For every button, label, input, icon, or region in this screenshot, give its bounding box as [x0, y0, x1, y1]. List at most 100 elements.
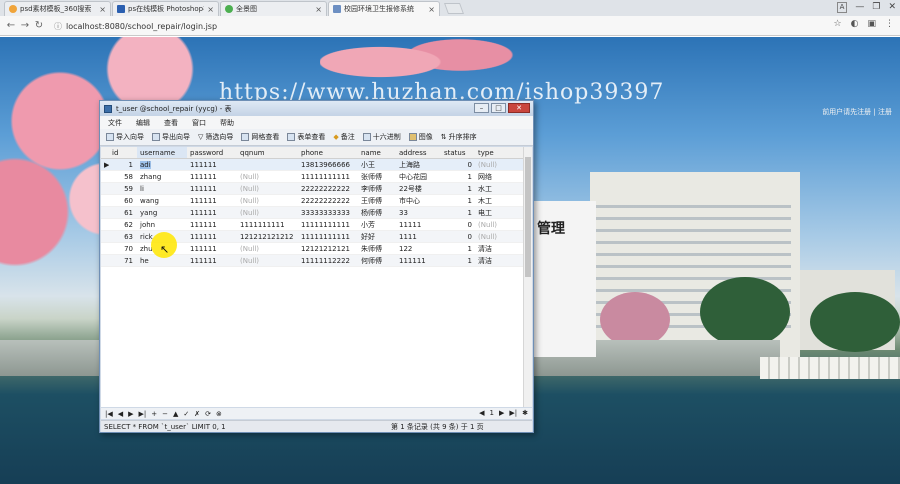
- table-cell[interactable]: 何师傅: [358, 255, 396, 266]
- menu-window[interactable]: 窗口: [192, 118, 206, 128]
- table-cell[interactable]: adi: [137, 159, 187, 170]
- table-cell[interactable]: 1: [441, 243, 475, 254]
- browser-tab-active[interactable]: 校园环境卫生报修系统 ×: [328, 1, 440, 16]
- minimize-icon[interactable]: –: [474, 103, 489, 113]
- table-cell[interactable]: 11111111111: [298, 219, 358, 230]
- table-cell[interactable]: (Null): [237, 183, 298, 194]
- menu-help[interactable]: 帮助: [220, 118, 234, 128]
- table-cell[interactable]: (Null): [237, 255, 298, 266]
- column-header[interactable]: phone: [298, 147, 358, 158]
- table-cell[interactable]: 12121212121: [298, 243, 358, 254]
- column-header[interactable]: address: [396, 147, 441, 158]
- table-cell[interactable]: 水工: [475, 183, 521, 194]
- table-row[interactable]: 60 wang 111111 (Null) 22222222222 王师傅 市中心 1 木工: [101, 195, 532, 207]
- close-icon[interactable]: ×: [99, 5, 106, 14]
- table-cell[interactable]: 0: [441, 231, 475, 242]
- prev-page-icon[interactable]: ◀: [479, 408, 484, 419]
- settings-icon[interactable]: ✱: [522, 408, 528, 419]
- filter-wizard-button[interactable]: ▽ 筛选向导: [198, 132, 233, 142]
- table-cell[interactable]: [237, 159, 298, 170]
- table-row[interactable]: 58 zhang 111111 (Null) 11111111111 张师傅 中心花园 1 网络: [101, 171, 532, 183]
- table-cell[interactable]: 上海路: [396, 159, 441, 170]
- grid-view-button[interactable]: 网格查看: [241, 132, 279, 142]
- table-cell[interactable]: 1: [441, 183, 475, 194]
- menu-icon[interactable]: ⋮: [885, 19, 894, 29]
- table-cell[interactable]: 111111: [187, 195, 237, 206]
- table-cell[interactable]: 121212121212: [237, 231, 298, 242]
- table-cell[interactable]: 71: [109, 255, 137, 266]
- cast-icon[interactable]: ▣: [867, 19, 876, 29]
- browser-tab[interactable]: psd素材模板_360搜索 ×: [4, 1, 111, 16]
- close-window-icon[interactable]: ✕: [888, 0, 896, 14]
- table-cell[interactable]: li: [137, 183, 187, 194]
- prev-record-icon[interactable]: ◀: [118, 410, 123, 418]
- reload-icon[interactable]: ↻: [32, 20, 46, 31]
- next-page-icon[interactable]: ▶: [499, 408, 504, 419]
- refresh-icon[interactable]: ⟳: [205, 410, 211, 418]
- table-cell[interactable]: 22222222222: [298, 183, 358, 194]
- page-info-icon[interactable]: ⓘ: [54, 21, 62, 32]
- table-row[interactable]: ▶ 1 adi 111111 13813966666 小王 上海路 0 (Null): [101, 159, 532, 171]
- table-cell[interactable]: 111111: [187, 207, 237, 218]
- table-cell[interactable]: 63: [109, 231, 137, 242]
- maximize-icon[interactable]: ❐: [872, 0, 880, 14]
- table-cell[interactable]: zhang: [137, 171, 187, 182]
- table-cell[interactable]: 小芳: [358, 219, 396, 230]
- table-cell[interactable]: (Null): [237, 195, 298, 206]
- hex-button[interactable]: 十六进制: [362, 132, 401, 142]
- table-cell[interactable]: 111111: [187, 159, 237, 170]
- table-cell[interactable]: 中心花园: [396, 171, 441, 182]
- column-header[interactable]: password: [187, 147, 237, 158]
- window-titlebar[interactable]: t_user @school_repair (yycg) - 表: [100, 101, 533, 116]
- table-row[interactable]: 61 yang 111111 (Null) 33333333333 杨师傅 33 1 电工: [101, 207, 532, 219]
- table-cell[interactable]: 1: [441, 207, 475, 218]
- table-cell[interactable]: 111111: [187, 171, 237, 182]
- next-record-icon[interactable]: ▶: [128, 410, 133, 418]
- table-cell[interactable]: 61: [109, 207, 137, 218]
- close-icon[interactable]: ×: [315, 5, 322, 14]
- minimize-icon[interactable]: —: [855, 0, 864, 14]
- memo-button[interactable]: ◆ 备注: [333, 132, 354, 142]
- table-cell[interactable]: 33: [396, 207, 441, 218]
- table-cell[interactable]: 22222222222: [298, 195, 358, 206]
- table-cell[interactable]: 111111: [187, 183, 237, 194]
- column-header[interactable]: status: [441, 147, 475, 158]
- last-page-icon[interactable]: ▶|: [509, 408, 517, 419]
- table-cell[interactable]: 清洁: [475, 243, 521, 254]
- table-cell[interactable]: 1: [441, 195, 475, 206]
- table-cell[interactable]: 1: [441, 171, 475, 182]
- close-icon[interactable]: ×: [428, 5, 435, 14]
- close-icon[interactable]: ✕: [508, 103, 530, 113]
- table-cell[interactable]: 22号楼: [396, 183, 441, 194]
- maximize-icon[interactable]: □: [491, 103, 506, 113]
- table-cell[interactable]: 李师傅: [358, 183, 396, 194]
- table-cell[interactable]: 111111: [187, 219, 237, 230]
- first-record-icon[interactable]: |◀: [105, 410, 113, 418]
- form-view-button[interactable]: 表单查看: [287, 132, 325, 142]
- table-cell[interactable]: yang: [137, 207, 187, 218]
- table-cell[interactable]: 小王: [358, 159, 396, 170]
- table-cell[interactable]: 0: [441, 219, 475, 230]
- table-cell[interactable]: 清洁: [475, 255, 521, 266]
- table-cell[interactable]: 1111: [396, 231, 441, 242]
- table-cell[interactable]: 58: [109, 171, 137, 182]
- column-header[interactable]: username: [137, 147, 187, 158]
- table-cell[interactable]: 11111112222: [298, 255, 358, 266]
- table-cell[interactable]: 市中心: [396, 195, 441, 206]
- table-cell[interactable]: 33333333333: [298, 207, 358, 218]
- add-record-icon[interactable]: +: [151, 410, 157, 418]
- table-cell[interactable]: 60: [109, 195, 137, 206]
- new-tab-button[interactable]: [443, 3, 465, 14]
- apply-icon[interactable]: ✓: [183, 410, 189, 418]
- table-cell[interactable]: wang: [137, 195, 187, 206]
- table-cell[interactable]: (Null): [237, 171, 298, 182]
- profile-button[interactable]: A: [836, 2, 848, 13]
- stop-icon[interactable]: ⊗: [216, 410, 222, 418]
- menu-file[interactable]: 文件: [108, 118, 122, 128]
- menu-edit[interactable]: 编辑: [136, 118, 150, 128]
- table-row[interactable]: 62 john 111111 1111111111 11111111111 小芳 11111…: [101, 219, 532, 231]
- table-cell[interactable]: 1: [441, 255, 475, 266]
- browser-tab[interactable]: 全景图 ×: [220, 1, 327, 16]
- table-cell[interactable]: 13813966666: [298, 159, 358, 170]
- table-cell[interactable]: 杨师傅: [358, 207, 396, 218]
